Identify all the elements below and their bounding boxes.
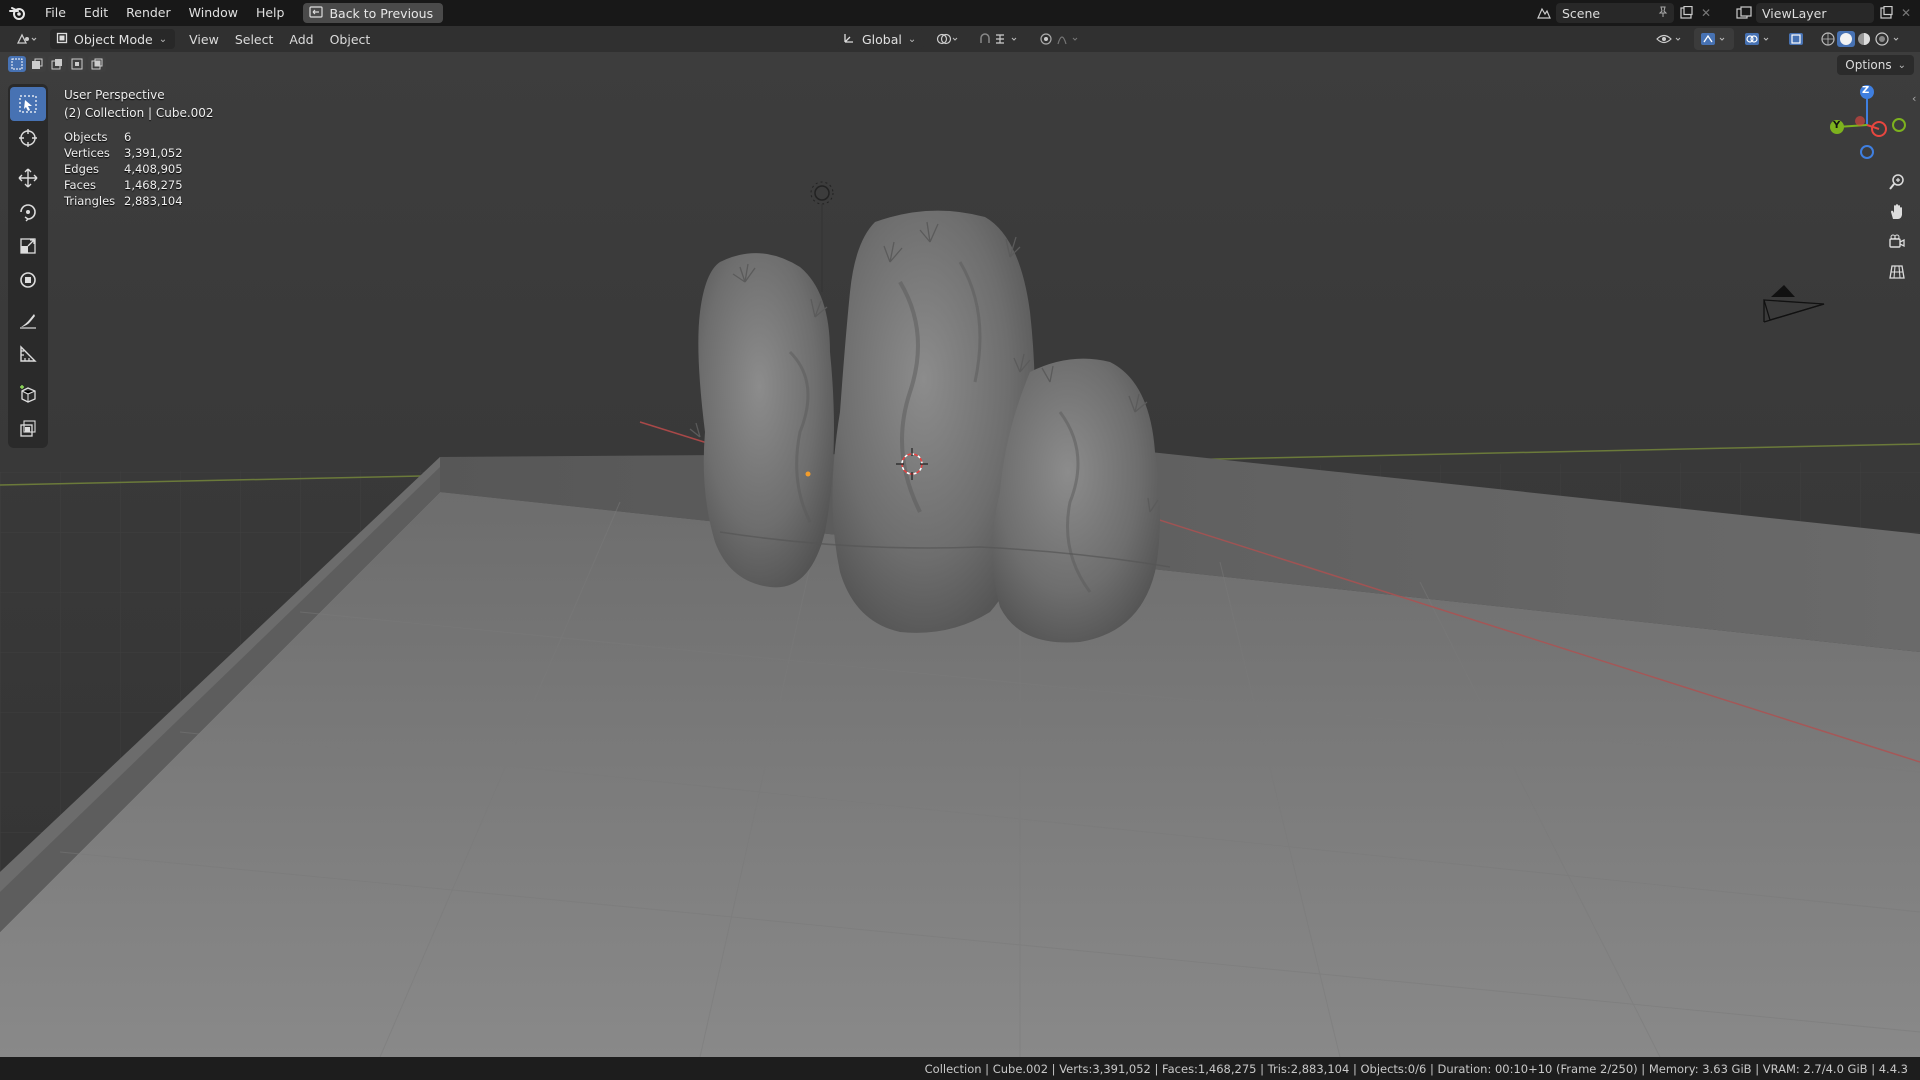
editor-type-icon[interactable] — [10, 28, 44, 50]
navigation-gizmo[interactable]: Z Y — [1824, 82, 1910, 168]
stat-value: 6 — [124, 130, 132, 144]
gizmo-toggle-icon[interactable] — [1694, 28, 1734, 50]
add-cube-icon[interactable] — [10, 377, 46, 411]
stat-label: Edges — [64, 162, 99, 176]
viewlayer-icon[interactable] — [1736, 5, 1752, 21]
proportional-icon[interactable] — [1034, 28, 1090, 50]
menu-view[interactable]: View — [183, 28, 225, 50]
new-scene-icon[interactable] — [1678, 5, 1694, 21]
back-icon — [309, 5, 324, 21]
object-mode-icon — [56, 32, 68, 47]
global-axis-icon — [842, 31, 856, 48]
scene-statistics: Objects 6 Vertices 3,391,052 Edges 4,408… — [64, 130, 214, 208]
snap-icon[interactable] — [972, 28, 1028, 50]
extrude-icon[interactable] — [10, 411, 46, 445]
tool-shelf — [8, 84, 48, 448]
sidebar-toggle-icon[interactable]: ‹ — [1912, 92, 1916, 105]
mode-dropdown[interactable]: Object Mode ⌄ — [50, 29, 176, 49]
xray-toggle-icon[interactable] — [1782, 28, 1810, 50]
measure-icon[interactable] — [10, 337, 46, 371]
orientation-label: Global — [862, 31, 902, 47]
transform-tools: Global ⌄ — [836, 28, 1090, 50]
select-intersect-icon[interactable] — [88, 56, 106, 72]
move-icon[interactable] — [10, 161, 46, 195]
menu-select[interactable]: Select — [229, 28, 280, 50]
select-new-icon[interactable] — [8, 56, 26, 72]
menu-add[interactable]: Add — [283, 28, 319, 50]
viewport-info-overlay: User Perspective (2) Collection | Cube.0… — [64, 86, 214, 208]
menu-render[interactable]: Render — [117, 0, 180, 26]
overlay-toggle-icon[interactable] — [1738, 28, 1778, 50]
gizmo-y-label: Y — [1833, 120, 1841, 131]
stat-value: 3,391,052 — [124, 146, 183, 160]
stat-label: Vertices — [64, 146, 110, 160]
new-viewlayer-icon[interactable] — [1878, 5, 1894, 21]
active-object-label: (2) Collection | Cube.002 — [64, 106, 214, 120]
mode-label: Object Mode — [74, 31, 153, 47]
grid-icon[interactable] — [1884, 259, 1910, 285]
stat-label: Triangles — [64, 194, 116, 208]
menu-window[interactable]: Window — [180, 0, 247, 26]
cursor-icon[interactable] — [10, 121, 46, 155]
rotate-icon[interactable] — [10, 195, 46, 229]
status-bar: Collection | Cube.002 | Verts:3,391,052 … — [0, 1057, 1920, 1080]
scene-field[interactable]: Scene — [1556, 3, 1674, 23]
select-invert-icon[interactable] — [68, 56, 86, 72]
viewlayer-field[interactable]: ViewLayer — [1756, 3, 1874, 23]
menu-object[interactable]: Object — [324, 28, 377, 50]
hand-icon[interactable] — [1884, 199, 1910, 225]
transform-icon[interactable] — [10, 263, 46, 297]
camera-icon[interactable] — [1884, 229, 1910, 255]
chevron-down-icon: ⌄ — [1897, 59, 1906, 71]
viewlayer-name: ViewLayer — [1762, 5, 1827, 21]
options-label: Options — [1845, 58, 1892, 72]
shading-modes-icon[interactable] — [1814, 28, 1914, 50]
scene-name: Scene — [1562, 5, 1601, 21]
chevron-down-icon: ⌄ — [158, 33, 168, 45]
visibility-icon[interactable] — [1650, 28, 1690, 50]
viewport-header: Object Mode ⌄ View Select Add Object Glo… — [0, 26, 1920, 52]
stat-value: 1,468,275 — [124, 178, 183, 192]
back-to-previous-button[interactable]: Back to Previous — [303, 3, 444, 23]
menu-help[interactable]: Help — [247, 0, 294, 26]
pivot-icon[interactable] — [930, 28, 966, 50]
perspective-label: User Perspective — [64, 88, 165, 102]
menu-edit[interactable]: Edit — [75, 0, 117, 26]
scene-icon[interactable] — [1536, 5, 1552, 21]
viewport-display-tools — [1650, 28, 1914, 50]
select-mode-buttons — [8, 56, 106, 72]
stat-value: 2,883,104 — [124, 194, 183, 208]
annotate-icon[interactable] — [10, 303, 46, 337]
top-menu-bar: File Edit Render Window Help Back to Pre… — [0, 0, 1920, 26]
zoom-icon[interactable] — [1884, 169, 1910, 195]
stat-label: Objects — [64, 130, 108, 144]
scene-render — [0, 52, 1920, 1057]
status-text: Collection | Cube.002 | Verts:3,391,052 … — [924, 1061, 1908, 1076]
back-label: Back to Previous — [329, 5, 434, 21]
scale-icon[interactable] — [10, 229, 46, 263]
stat-value: 4,408,905 — [124, 162, 183, 176]
object-origin — [805, 471, 811, 477]
pin-icon[interactable] — [1658, 6, 1668, 21]
options-dropdown[interactable]: Options ⌄ — [1837, 55, 1914, 75]
top-right-controls: Scene ✕ ViewLayer ✕ — [1536, 0, 1920, 26]
3d-viewport[interactable]: Options ⌄ User Perspective (2) Collectio… — [0, 52, 1920, 1057]
select-subtract-icon[interactable] — [48, 56, 66, 72]
orientation-dropdown[interactable]: Global ⌄ — [836, 29, 925, 49]
menu-file[interactable]: File — [36, 0, 75, 26]
stat-label: Faces — [64, 178, 96, 192]
select-extend-icon[interactable] — [28, 56, 46, 72]
delete-viewlayer-icon[interactable]: ✕ — [1898, 5, 1914, 21]
delete-scene-icon[interactable]: ✕ — [1698, 5, 1714, 21]
select-box-icon[interactable] — [10, 87, 46, 121]
blender-logo-icon[interactable] — [0, 0, 36, 26]
gizmo-z-label: Z — [1862, 85, 1870, 96]
